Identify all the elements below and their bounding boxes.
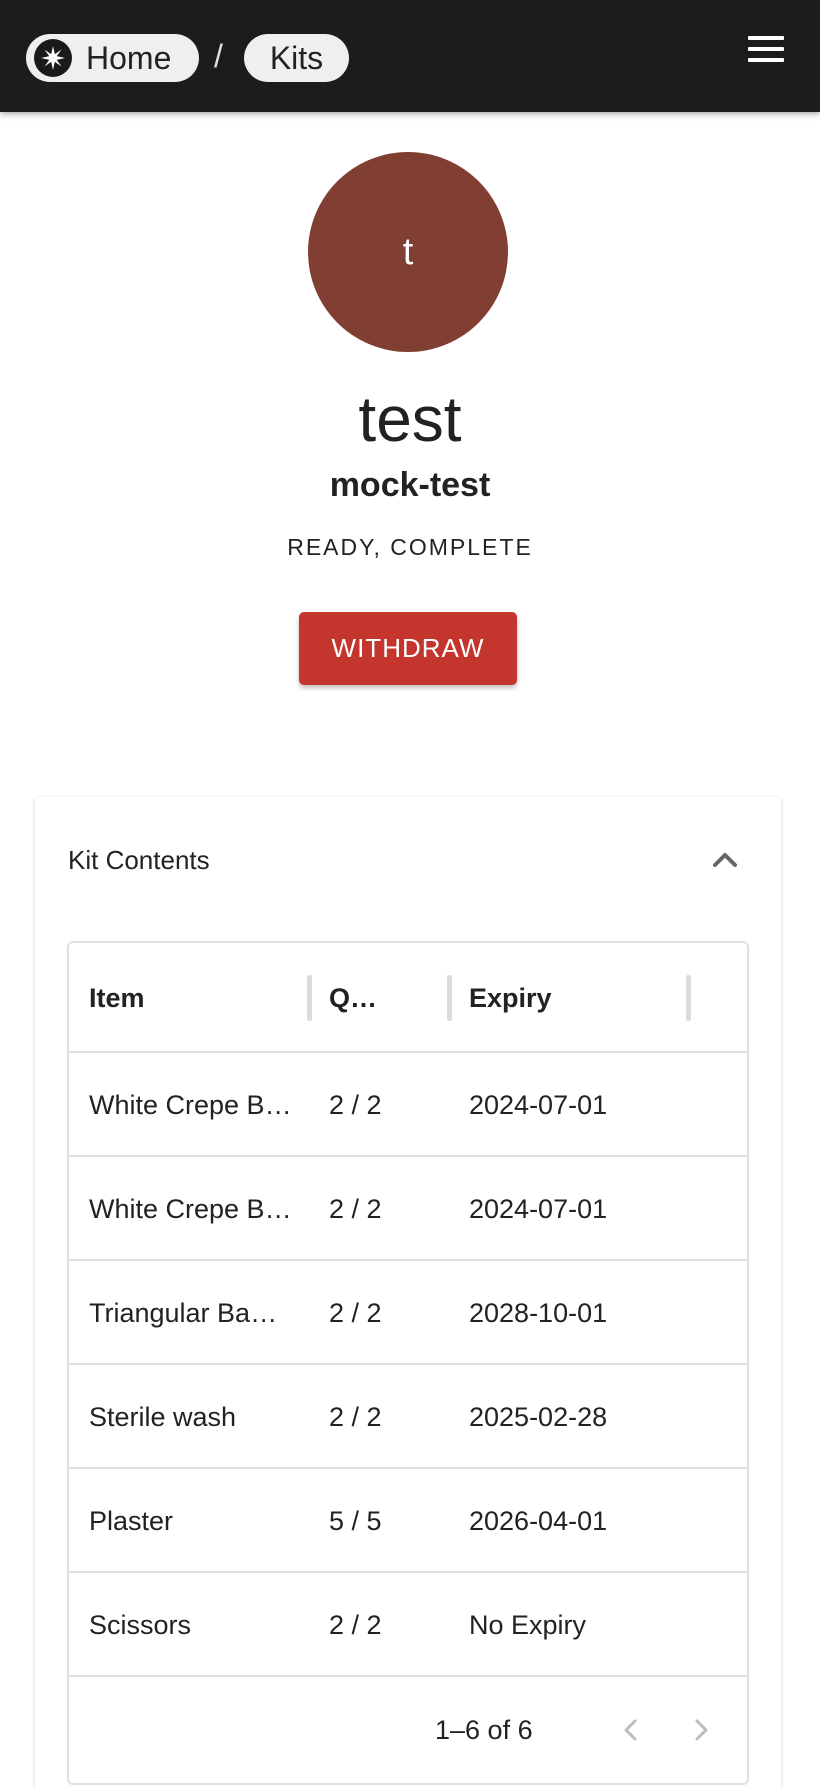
column-header-quantity[interactable]: Q… (329, 943, 377, 1053)
kit-contents-title: Kit Contents (68, 845, 210, 875)
withdraw-button[interactable]: WITHDRAW (299, 612, 517, 685)
cell-expiry: No Expiry (469, 1609, 587, 1640)
cell-quantity: 2 / 2 (329, 1297, 382, 1328)
table-row[interactable]: Plaster 5 / 5 2026-04-01 (69, 1469, 747, 1573)
avatar: t (308, 152, 508, 352)
cell-quantity: 5 / 5 (329, 1505, 382, 1536)
table-header: Item Q… Expiry (69, 943, 747, 1053)
table-row[interactable]: Triangular Ba… 2 / 2 2028-10-01 (69, 1261, 747, 1365)
breadcrumb-home-label: Home (86, 39, 172, 76)
cell-expiry: 2026-04-01 (469, 1505, 608, 1536)
column-header-item[interactable]: Item (89, 943, 145, 1053)
cell-expiry: 2024-07-01 (469, 1089, 608, 1120)
pagination-range: 1–6 of 6 (435, 1714, 533, 1745)
column-resize-handle[interactable] (686, 975, 691, 1021)
chevron-left-icon[interactable] (611, 1710, 651, 1750)
cell-item: White Crepe B… (89, 1193, 289, 1224)
chevron-up-icon[interactable] (705, 843, 745, 873)
logo-icon (34, 39, 72, 77)
table-footer: 1–6 of 6 (69, 1677, 747, 1783)
cell-quantity: 2 / 2 (329, 1193, 382, 1224)
column-header-expiry[interactable]: Expiry (469, 943, 552, 1053)
table-row[interactable]: White Crepe B… 2 / 2 2024-07-01 (69, 1157, 747, 1261)
cell-item: Plaster (89, 1505, 174, 1536)
kit-contents-table: Item Q… Expiry White Crepe B… 2 / 2 2024… (67, 941, 749, 1785)
cell-quantity: 2 / 2 (329, 1089, 382, 1120)
kit-code: mock-test (329, 466, 491, 504)
app-bar: Home / Kits (0, 0, 820, 112)
breadcrumb-separator: / (214, 38, 223, 74)
menu-icon[interactable] (748, 36, 784, 76)
table-row[interactable]: Scissors 2 / 2 No Expiry (69, 1573, 747, 1677)
cell-item: Sterile wash (89, 1401, 237, 1432)
column-resize-handle[interactable] (307, 975, 312, 1021)
chevron-right-icon[interactable] (681, 1710, 721, 1750)
column-resize-handle[interactable] (447, 975, 452, 1021)
table-row[interactable]: Sterile wash 2 / 2 2025-02-28 (69, 1365, 747, 1469)
cell-item: Triangular Ba… (89, 1297, 278, 1328)
cell-item: Scissors (89, 1609, 192, 1640)
table-row[interactable]: White Crepe B… 2 / 2 2024-07-01 (69, 1053, 747, 1157)
kit-status: READY, COMPLETE (287, 534, 533, 560)
cell-expiry: 2025-02-28 (469, 1401, 608, 1432)
kit-name: test (358, 383, 462, 455)
cell-quantity: 2 / 2 (329, 1401, 382, 1432)
cell-quantity: 2 / 2 (329, 1609, 382, 1640)
kit-contents-card: Kit Contents Item Q… Expiry White Crepe … (35, 797, 781, 1788)
cell-expiry: 2024-07-01 (469, 1193, 608, 1224)
cell-item: White Crepe B… (89, 1089, 289, 1120)
breadcrumb-home[interactable]: Home (26, 34, 199, 82)
breadcrumb-kits[interactable]: Kits (244, 34, 349, 82)
cell-expiry: 2028-10-01 (469, 1297, 608, 1328)
